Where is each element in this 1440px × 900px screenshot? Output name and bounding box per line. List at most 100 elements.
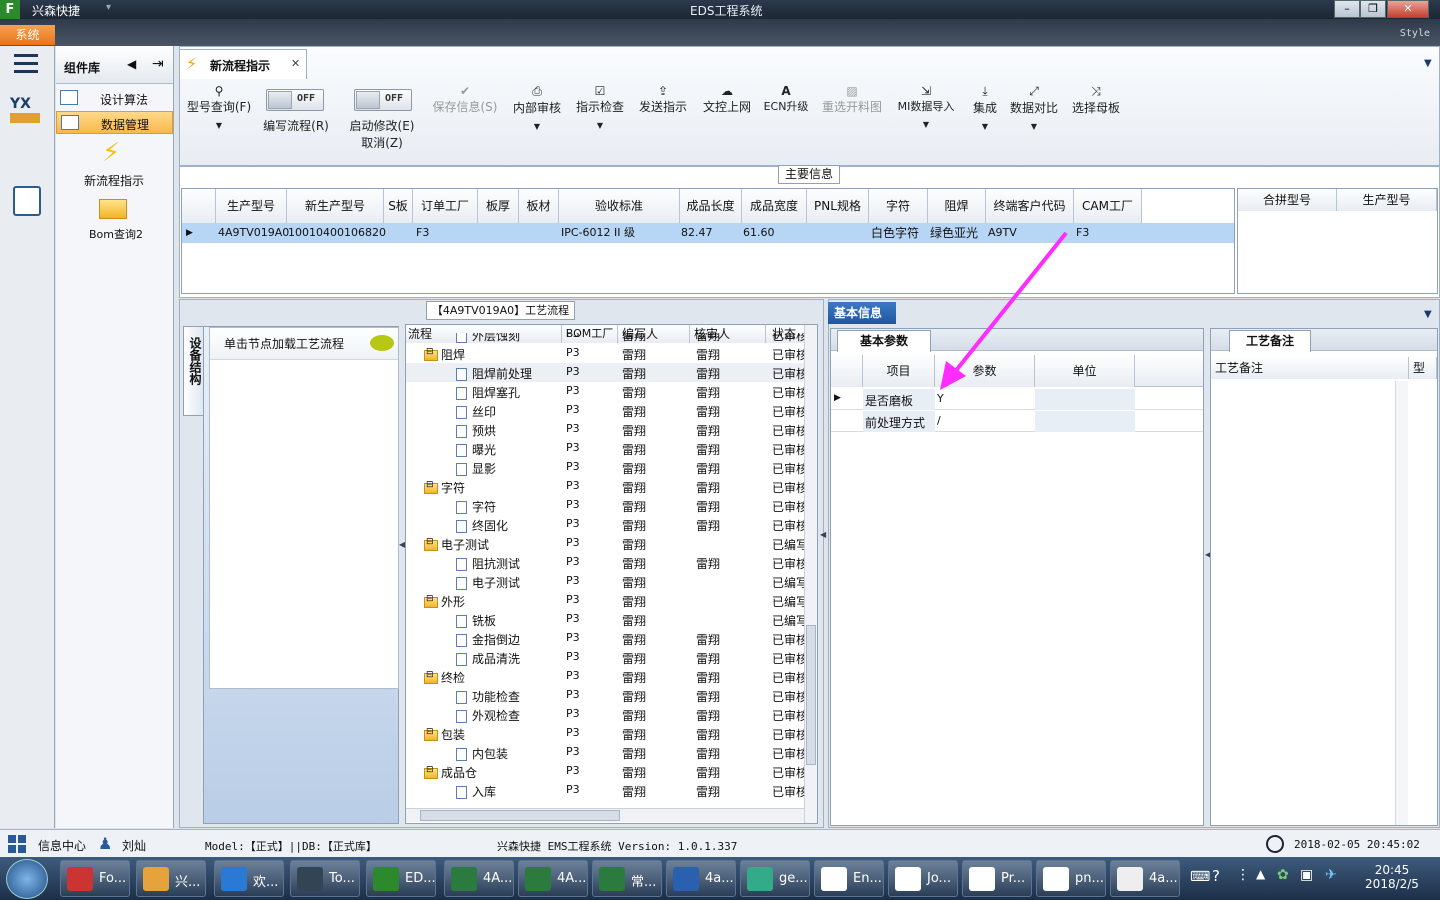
send-instruction-button[interactable]: ⇪ 发送指示 bbox=[635, 84, 691, 115]
tree-row[interactable]: 电子测试 ⊟ P3 雷翔 已编写 bbox=[406, 534, 806, 553]
tray-app-icon[interactable]: ✿ bbox=[1277, 867, 1289, 883]
instruction-check-button[interactable]: ☑ 指示检查 ▼ bbox=[573, 84, 627, 130]
column-header[interactable]: 终端客户代码 bbox=[986, 189, 1074, 223]
start-button-icon[interactable] bbox=[6, 859, 48, 899]
tray-expand-icon[interactable]: ▲ bbox=[1256, 867, 1265, 881]
tool-bom-query[interactable]: Bom查询2 bbox=[56, 196, 173, 241]
tree-row[interactable]: 外观检查 P3 雷翔 雷翔 已审核 bbox=[406, 705, 806, 724]
network-icon[interactable]: ⋮ bbox=[1236, 867, 1250, 883]
collapse-node-icon[interactable]: ⊟ bbox=[426, 670, 434, 680]
collapse-node-icon[interactable]: ⊟ bbox=[426, 537, 434, 547]
model-query-button[interactable]: ⚲ 型号查询(F) ▼ bbox=[183, 84, 255, 130]
column-header[interactable]: 项目 bbox=[863, 355, 935, 387]
tree-row[interactable]: 显影 P3 雷翔 雷翔 已审核 bbox=[406, 458, 806, 477]
scroll-thumb[interactable] bbox=[420, 810, 620, 821]
collapse-left-icon[interactable]: ◀ bbox=[127, 57, 136, 71]
help-icon[interactable]: ? bbox=[1212, 867, 1220, 885]
tool-new-process[interactable]: ⚡ 新流程指示 bbox=[56, 138, 173, 188]
internal-review-button[interactable]: ⎙ 内部审核 ▼ bbox=[510, 84, 564, 131]
taskbar-item[interactable]: En... bbox=[814, 860, 884, 897]
select-master-board-button[interactable]: ⤨ 选择母板 bbox=[1071, 84, 1121, 116]
save-info-button[interactable]: ✔ 保存信息(S) bbox=[430, 84, 500, 115]
column-header[interactable]: 型 bbox=[1409, 357, 1437, 379]
system-menu-button[interactable]: 系统 bbox=[0, 25, 55, 45]
tree-row[interactable]: 电子测试 P3 雷翔 已编写 bbox=[406, 572, 806, 591]
tree-row[interactable]: 外形 ⊟ P3 雷翔 已编写 bbox=[406, 591, 806, 610]
tree-row[interactable]: 曝光 P3 雷翔 雷翔 已审核 bbox=[406, 439, 806, 458]
tree-row[interactable]: 功能检查 P3 雷翔 雷翔 已审核 bbox=[406, 686, 806, 705]
data-compare-button[interactable]: ⤢ 数据对比 ▼ bbox=[1009, 84, 1059, 131]
column-header[interactable]: PNL规格 bbox=[807, 189, 869, 223]
column-header[interactable]: 板厚 bbox=[478, 189, 519, 223]
info-center-link[interactable]: 信息中心 bbox=[38, 837, 86, 854]
taskbar-item[interactable]: 兴... bbox=[136, 860, 206, 897]
tree-row[interactable]: 内包装 P3 雷翔 雷翔 已审核 bbox=[406, 743, 806, 762]
chevron-down-icon[interactable]: ▾ bbox=[106, 2, 111, 13]
column-header[interactable]: 成品宽度 bbox=[742, 189, 807, 223]
taskbar-item[interactable]: Jo... bbox=[888, 860, 958, 897]
maximize-button[interactable]: ❐ bbox=[1360, 0, 1386, 18]
integrate-button[interactable]: ⤓ 集成 ▼ bbox=[967, 84, 1003, 131]
horizontal-scrollbar[interactable] bbox=[406, 808, 804, 822]
close-window-button[interactable]: ✕ bbox=[1387, 0, 1429, 18]
tree-row[interactable]: 成品仓 ⊟ P3 雷翔 雷翔 已审核 bbox=[406, 762, 806, 781]
tree-row[interactable]: 字符 ⊟ P3 雷翔 雷翔 已审核 bbox=[406, 477, 806, 496]
chevron-down-icon[interactable]: ▼ bbox=[1424, 309, 1432, 320]
column-header[interactable]: 订单工厂 bbox=[413, 189, 478, 223]
taskbar-item[interactable]: ED... bbox=[366, 860, 436, 897]
column-header[interactable]: 合拼型号 bbox=[1238, 189, 1337, 211]
style-label[interactable]: Style bbox=[1400, 28, 1430, 39]
table-row[interactable]: 前处理方式 / bbox=[831, 411, 1203, 432]
taskbar-item[interactable]: To... bbox=[290, 860, 360, 897]
collapse-node-icon[interactable]: ⊟ bbox=[426, 480, 434, 490]
taskbar-item[interactable]: 4A... bbox=[518, 860, 588, 897]
tree-row[interactable]: 终固化 P3 雷翔 雷翔 已审核 bbox=[406, 515, 806, 534]
yx-factory-icon[interactable]: YX bbox=[10, 96, 44, 126]
taskbar-item[interactable]: 欢... bbox=[214, 860, 284, 897]
tree-row[interactable]: 成品清洗 P3 雷翔 雷翔 已审核 bbox=[406, 648, 806, 667]
taskbar-clock[interactable]: 20:45 2018/2/5 bbox=[1362, 863, 1422, 891]
column-header[interactable]: CAM工厂 bbox=[1074, 189, 1142, 223]
windows-grid-icon[interactable] bbox=[8, 835, 28, 853]
taskbar-item[interactable]: 4a... bbox=[1110, 860, 1180, 897]
taskbar-item[interactable]: 4A... bbox=[444, 860, 514, 897]
column-header[interactable]: 板材 bbox=[519, 189, 559, 223]
tree-row[interactable]: 阻抗测试 P3 雷翔 雷翔 已审核 bbox=[406, 553, 806, 572]
tree-row[interactable]: 铣板 P3 雷翔 已编写 bbox=[406, 610, 806, 629]
column-header[interactable]: 验收标准 bbox=[559, 189, 680, 223]
column-header[interactable]: 成品长度 bbox=[680, 189, 742, 223]
display-icon[interactable]: ▣ bbox=[1300, 867, 1313, 883]
collapse-node-icon[interactable]: ⊟ bbox=[426, 594, 434, 604]
tab-basic-params[interactable]: 基本参数 bbox=[837, 330, 931, 352]
tree-row[interactable]: 字符 P3 雷翔 雷翔 已审核 bbox=[406, 496, 806, 515]
scroll-thumb[interactable] bbox=[806, 625, 816, 765]
tab-new-process[interactable]: ⚡ 新流程指示 ✕ bbox=[179, 49, 307, 79]
tree-row[interactable]: 丝印 P3 雷翔 雷翔 已审核 bbox=[406, 401, 806, 420]
column-header[interactable]: S板 bbox=[384, 189, 413, 223]
sidebar-item-design-algorithm[interactable]: 设计算法 bbox=[56, 87, 173, 109]
chevron-down-icon[interactable]: ▼ bbox=[1424, 58, 1432, 69]
write-process-toggle[interactable]: OFF bbox=[266, 89, 324, 111]
tree-row[interactable]: 入库 P3 雷翔 雷翔 已审核 bbox=[406, 781, 806, 800]
tab-process-remarks[interactable]: 工艺备注 bbox=[1229, 330, 1311, 352]
taskbar-item[interactable]: 常... bbox=[592, 860, 662, 897]
minimize-button[interactable]: – bbox=[1334, 0, 1360, 18]
side-tab-equipment[interactable]: 设备结构 bbox=[183, 326, 205, 416]
column-header[interactable]: 生产型号 bbox=[216, 189, 287, 223]
taskbar-item[interactable]: 4a... bbox=[666, 860, 736, 897]
tree-row[interactable]: 阻焊塞孔 P3 雷翔 雷翔 已审核 bbox=[406, 382, 806, 401]
tree-row[interactable]: 包装 ⊟ P3 雷翔 雷翔 已审核 bbox=[406, 724, 806, 743]
param-value[interactable]: / bbox=[935, 411, 1035, 432]
reselect-cutting-chart-button[interactable]: ▨ 重选开料图 bbox=[819, 84, 885, 115]
taskbar-item[interactable]: ge... bbox=[740, 860, 810, 897]
ecn-upgrade-button[interactable]: A ECN升级 bbox=[761, 84, 811, 114]
tree-row[interactable]: 阻焊前处理 P3 雷翔 雷翔 已审核 bbox=[406, 363, 806, 382]
column-header[interactable]: 生产型号 bbox=[1337, 189, 1437, 211]
column-header[interactable]: 字符 bbox=[869, 189, 928, 223]
tree-row[interactable]: 终检 ⊟ P3 雷翔 雷翔 已审核 bbox=[406, 667, 806, 686]
speaker-icon[interactable]: ✈ bbox=[1325, 867, 1337, 883]
hamburger-menu-icon[interactable] bbox=[14, 54, 38, 74]
start-modify-toggle[interactable]: OFF bbox=[354, 89, 412, 111]
collapse-node-icon[interactable]: ⊟ bbox=[426, 727, 434, 737]
pin-icon[interactable]: ⇥ bbox=[152, 56, 164, 72]
